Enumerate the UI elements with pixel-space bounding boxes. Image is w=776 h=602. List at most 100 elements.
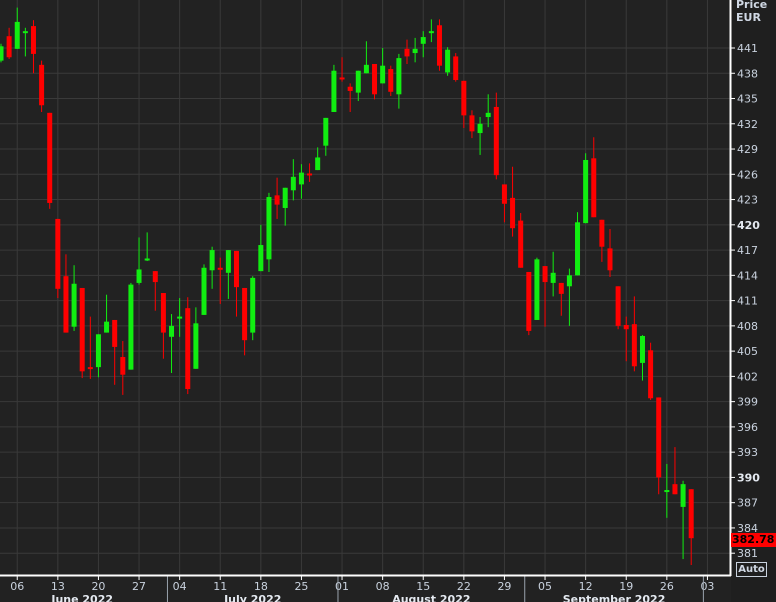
price-tick-label: 411 — [737, 295, 758, 308]
candle-body — [461, 80, 467, 116]
candle-body — [282, 187, 288, 208]
price-tick-label: 390 — [737, 471, 760, 484]
currency-label: EUR — [736, 11, 761, 24]
candle-down — [493, 92, 499, 180]
candle-down — [39, 60, 45, 112]
candle-body — [136, 269, 142, 283]
candle-body — [290, 176, 296, 191]
candle-up — [363, 41, 369, 74]
candle-up — [258, 224, 264, 272]
auto-scale-button[interactable]: Auto — [736, 562, 767, 577]
candle-body — [493, 106, 499, 176]
candle-body — [315, 157, 321, 171]
candle-down — [160, 293, 166, 359]
candle-body — [420, 37, 426, 44]
candle-body — [144, 258, 150, 261]
price-tick-label: 417 — [737, 244, 758, 257]
candle-body — [639, 335, 645, 363]
candle-down — [372, 63, 378, 100]
candle-down — [112, 319, 118, 385]
candle-up — [169, 314, 175, 374]
candlestick-chart[interactable]: 441 438 435 432 429 426 423 420 417 414 411 408 405 4… — [0, 0, 776, 602]
candle-up — [0, 43, 4, 63]
candle-up — [209, 246, 215, 289]
price-tick-label: 414 — [737, 269, 758, 282]
candle-down — [47, 112, 53, 209]
price-tick-label: 435 — [737, 93, 758, 106]
candle-body — [477, 123, 483, 134]
candle-up — [177, 298, 183, 337]
candle-up — [583, 153, 589, 224]
candle-down — [501, 184, 507, 223]
candle-body — [233, 250, 239, 288]
month-label: July 2022 — [223, 593, 281, 602]
date-tick-label: 04 — [173, 580, 187, 593]
date-tick-label: 26 — [660, 580, 674, 593]
price-tick-label: 393 — [737, 446, 758, 459]
candle-down — [152, 271, 158, 311]
candle-body — [47, 112, 53, 203]
date-tick-label: 12 — [579, 580, 593, 593]
candle-body — [355, 70, 361, 93]
candle-up — [193, 307, 199, 369]
date-tick-label: 19 — [619, 580, 633, 593]
candle-body — [558, 282, 564, 294]
candle-body — [664, 490, 670, 493]
candle-down — [339, 57, 345, 82]
candle-down — [55, 218, 61, 299]
candle-up — [266, 192, 272, 272]
candle-body — [445, 49, 451, 73]
candle-body — [575, 222, 581, 276]
candle-down — [461, 80, 467, 128]
candle-down — [185, 297, 191, 395]
candle-up — [22, 27, 28, 57]
candle-down — [631, 296, 637, 372]
date-tick-label: 27 — [132, 580, 146, 593]
candle-body — [599, 219, 605, 247]
candle-body — [307, 173, 313, 176]
candle-body — [518, 220, 524, 268]
candle-down — [120, 341, 126, 395]
price-tick-label: 432 — [737, 118, 758, 131]
candle-body — [217, 267, 223, 270]
candle-up — [14, 7, 20, 49]
candle-body — [428, 31, 434, 34]
candle-down — [274, 177, 280, 219]
price-tick-label: 441 — [737, 42, 758, 55]
candle-body — [526, 271, 532, 331]
price-tick-label: 420 — [737, 219, 760, 232]
candle-body — [87, 367, 93, 370]
candle-up — [575, 212, 581, 276]
candle-up — [128, 282, 134, 370]
date-tick-label: 13 — [51, 580, 65, 593]
candle-body — [266, 197, 272, 260]
candle-body — [258, 245, 264, 272]
date-tick-label: 15 — [416, 580, 430, 593]
candle-down — [347, 83, 353, 112]
candle-body — [388, 69, 394, 92]
candle-body — [680, 484, 686, 507]
candle-body — [95, 334, 101, 368]
candle-body — [550, 272, 556, 283]
candle-body — [656, 397, 662, 478]
candle-body — [453, 56, 459, 80]
candle-down — [623, 316, 629, 362]
candle-up — [331, 64, 337, 112]
time-axis[interactable]: 06 13 20 27 04 11 18 25 01 08 15 22 29 05 12 19 26 03 June… — [0, 574, 731, 602]
candle-body — [331, 70, 337, 112]
candle-body — [79, 287, 85, 372]
candle-up — [290, 159, 296, 201]
candle-body — [591, 158, 597, 218]
candle-down — [648, 342, 654, 400]
candle-body — [298, 172, 304, 185]
candle-down — [79, 287, 85, 379]
candle-down — [30, 20, 36, 74]
month-label: September 2022 — [563, 593, 666, 602]
candle-body — [469, 115, 475, 132]
candle-down — [526, 271, 532, 336]
candle-body — [30, 26, 36, 54]
candle-body — [542, 266, 548, 283]
candle-body — [615, 286, 621, 326]
candle-up — [282, 187, 288, 226]
candle-body — [128, 284, 134, 370]
